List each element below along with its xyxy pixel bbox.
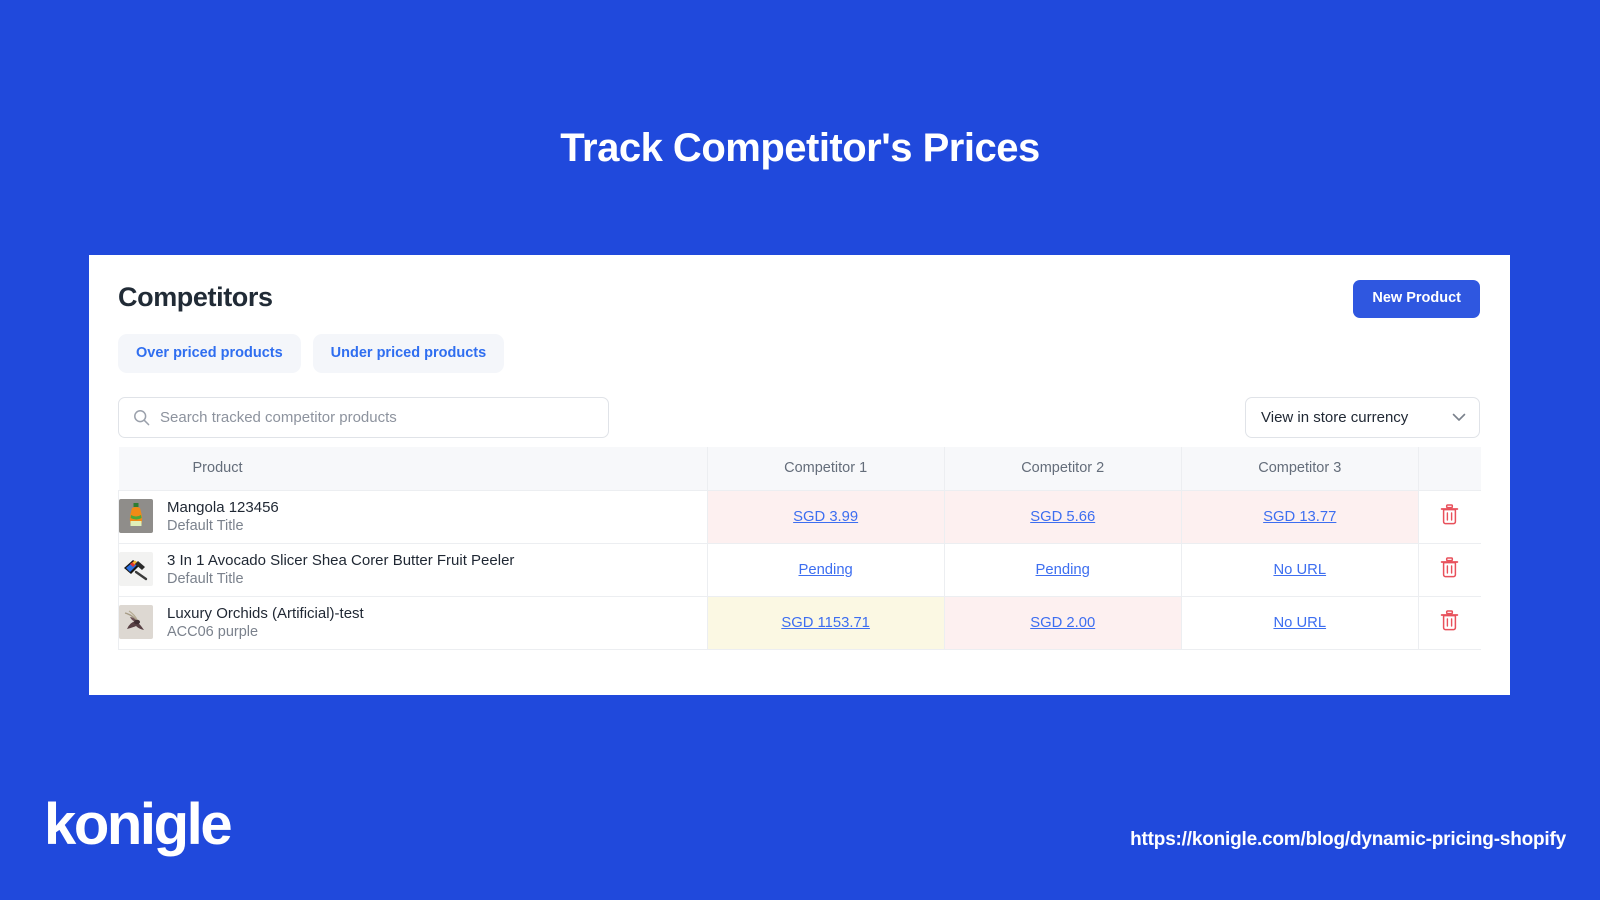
cell-actions: [1417, 596, 1481, 650]
competitors-card: Competitors New Product Over priced prod…: [89, 255, 1510, 695]
column-header-product: Product: [118, 446, 708, 491]
search-box[interactable]: [118, 396, 609, 438]
trash-icon: [1441, 609, 1459, 630]
column-header-competitor-3: Competitor 3: [1180, 446, 1419, 491]
cell-competitor-3: SGD 13.77: [1180, 490, 1419, 544]
chevron-down-icon: [1452, 413, 1466, 421]
footer-url: https://konigle.com/blog/dynamic-pricing…: [1130, 829, 1566, 850]
competitor-1-price-link[interactable]: SGD 1153.71: [781, 615, 870, 631]
slide-canvas: Track Competitor's Prices Competitors Ne…: [0, 0, 1600, 900]
avocado-slicer-thumbnail: [119, 552, 153, 587]
column-header-competitor-2: Competitor 2: [943, 446, 1182, 491]
cell-competitor-1: Pending: [706, 543, 945, 597]
product-title: Luxury Orchids (Artificial)-test: [167, 604, 364, 622]
search-input[interactable]: [160, 408, 608, 426]
new-product-button[interactable]: New Product: [1353, 280, 1480, 318]
konigle-logo: konigle: [44, 792, 233, 857]
product-text: 3 In 1 Avocado Slicer Shea Corer Butter …: [167, 551, 514, 589]
competitors-table: Product Competitor 1 Competitor 2 Compet…: [118, 446, 1481, 650]
product-text: Mangola 123456 Default Title: [167, 498, 279, 536]
cell-actions: [1417, 543, 1481, 597]
competitor-2-price-link[interactable]: Pending: [1036, 562, 1090, 578]
competitors-table-wrap: Product Competitor 1 Competitor 2 Compet…: [89, 439, 1510, 650]
product-info: 3 In 1 Avocado Slicer Shea Corer Butter …: [119, 551, 707, 589]
cell-competitor-3: No URL: [1180, 596, 1419, 650]
table-toolbar: View in store currency: [89, 373, 1510, 439]
trash-icon: [1441, 556, 1459, 577]
currency-select[interactable]: View in store currency: [1245, 396, 1480, 438]
cell-actions: [1417, 490, 1481, 544]
cell-product: Luxury Orchids (Artificial)-test ACC06 p…: [118, 596, 708, 650]
competitor-3-price-link[interactable]: SGD 13.77: [1263, 509, 1336, 525]
currency-select-label: View in store currency: [1261, 408, 1409, 426]
card-title: Competitors: [118, 282, 273, 312]
table-row: Mangola 123456 Default Title SGD 3.99 SG…: [118, 490, 1481, 544]
search-icon: [134, 409, 150, 425]
product-text: Luxury Orchids (Artificial)-test ACC06 p…: [167, 604, 364, 642]
cell-competitor-3: No URL: [1180, 543, 1419, 597]
table-header-row: Product Competitor 1 Competitor 2 Compet…: [118, 446, 1481, 491]
product-title: Mangola 123456: [167, 498, 279, 516]
page-title: Track Competitor's Prices: [560, 126, 1040, 170]
delete-row-button[interactable]: [1440, 503, 1459, 525]
cell-competitor-2: Pending: [943, 543, 1182, 597]
table-body: Mangola 123456 Default Title SGD 3.99 SG…: [118, 490, 1481, 650]
product-variant: ACC06 purple: [167, 623, 259, 640]
product-info: Luxury Orchids (Artificial)-test ACC06 p…: [119, 604, 707, 642]
product-variant: Default Title: [167, 517, 244, 534]
competitor-3-price-link[interactable]: No URL: [1273, 615, 1326, 631]
product-info: Mangola 123456 Default Title: [119, 498, 707, 536]
cell-competitor-1: SGD 1153.71: [706, 596, 945, 650]
cell-product: Mangola 123456 Default Title: [118, 490, 708, 544]
competitor-3-price-link[interactable]: No URL: [1273, 562, 1326, 578]
table-row: Luxury Orchids (Artificial)-test ACC06 p…: [118, 596, 1481, 650]
cell-competitor-2: SGD 2.00: [943, 596, 1182, 650]
table-header: Product Competitor 1 Competitor 2 Compet…: [118, 446, 1481, 491]
cell-competitor-2: SGD 5.66: [943, 490, 1182, 544]
delete-row-button[interactable]: [1440, 609, 1459, 631]
competitor-1-price-link[interactable]: Pending: [798, 562, 852, 578]
competitor-2-price-link[interactable]: SGD 5.66: [1030, 509, 1095, 525]
filter-pill-group: Over priced products Under priced produc…: [89, 317, 1510, 373]
cell-product: 3 In 1 Avocado Slicer Shea Corer Butter …: [118, 543, 708, 597]
mangola-bottle-thumbnail: [119, 499, 153, 534]
filter-under-priced-products[interactable]: Under priced products: [312, 334, 505, 373]
trash-icon: [1441, 503, 1459, 524]
filter-over-priced-products[interactable]: Over priced products: [118, 334, 301, 373]
product-variant: Default Title: [167, 570, 244, 587]
competitor-1-price-link[interactable]: SGD 3.99: [793, 509, 858, 525]
orchid-thumbnail: [119, 605, 153, 640]
delete-row-button[interactable]: [1440, 556, 1459, 578]
cell-competitor-1: SGD 3.99: [706, 490, 945, 544]
column-header-competitor-1: Competitor 1: [706, 446, 945, 491]
product-title: 3 In 1 Avocado Slicer Shea Corer Butter …: [167, 551, 515, 569]
column-header-actions: [1417, 446, 1481, 491]
table-row: 3 In 1 Avocado Slicer Shea Corer Butter …: [118, 543, 1481, 597]
card-header: Competitors New Product: [89, 255, 1510, 318]
competitor-2-price-link[interactable]: SGD 2.00: [1030, 615, 1095, 631]
